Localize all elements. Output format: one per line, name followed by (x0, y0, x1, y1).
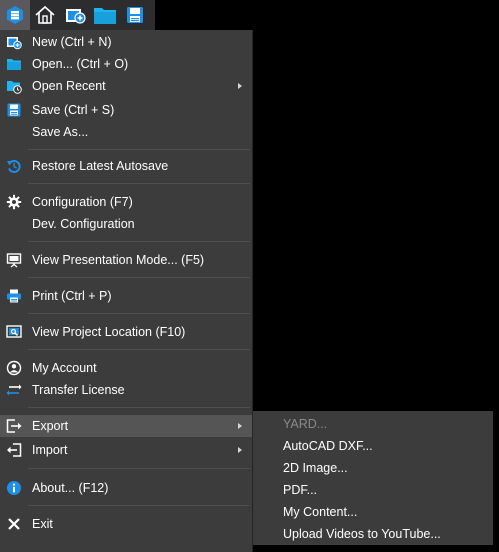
submenu-arrow-icon (238, 423, 242, 429)
menu-item-restore-autosave-label: Restore Latest Autosave (32, 159, 169, 173)
presentation-icon (6, 252, 22, 268)
open-folder-icon (94, 8, 116, 24)
menu-item-presentation-mode-label: View Presentation Mode... (F5) (32, 253, 205, 267)
menu-separator (28, 241, 250, 242)
export-submenu: YARD... AutoCAD DXF... 2D Image... PDF..… (253, 411, 493, 545)
menu-item-open-recent[interactable]: Open Recent (0, 75, 252, 97)
menu-item-project-location[interactable]: View Project Location (F10) (0, 321, 252, 343)
home-icon (35, 5, 55, 24)
menu-item-transfer-license-label: Transfer License (32, 383, 125, 397)
menu-item-about[interactable]: About... (F12) (0, 477, 252, 499)
submenu-item-my-content-label: My Content... (283, 505, 358, 519)
menu-item-my-account-label: My Account (32, 361, 97, 375)
menu-item-save-as-label: Save As... (32, 125, 89, 139)
new-project-icon (66, 9, 86, 24)
menu-separator (28, 149, 250, 150)
menu-item-exit-label: Exit (32, 517, 53, 531)
toolbar (0, 0, 155, 30)
open-folder-icon (6, 56, 22, 72)
close-icon (6, 516, 22, 532)
printer-icon (6, 288, 22, 304)
menu-item-save-label: Save (Ctrl + S) (32, 103, 115, 117)
submenu-item-upload-youtube[interactable]: Upload Videos to YouTube... (253, 523, 493, 545)
file-menu: New (Ctrl + N) Open... (Ctrl + O) Open R… (0, 30, 253, 552)
menu-item-new-label: New (Ctrl + N) (32, 35, 112, 49)
transfer-icon (6, 382, 22, 398)
menu-item-print[interactable]: Print (Ctrl + P) (0, 285, 252, 307)
app-menu-button[interactable] (0, 0, 30, 30)
submenu-item-my-content[interactable]: My Content... (253, 501, 493, 523)
submenu-arrow-icon (238, 83, 242, 89)
submenu-item-autocad-dxf-label: AutoCAD DXF... (283, 439, 373, 453)
menu-item-save-as[interactable]: Save As... (0, 121, 252, 143)
user-icon (6, 360, 22, 376)
menu-item-configuration-label: Configuration (F7) (32, 195, 133, 209)
menu-item-configuration[interactable]: Configuration (F7) (0, 191, 252, 213)
submenu-item-2d-image-label: 2D Image... (283, 461, 348, 475)
restore-icon (6, 158, 22, 174)
home-button[interactable] (30, 0, 60, 30)
new-project-button[interactable] (60, 0, 90, 30)
new-project-icon (6, 34, 22, 50)
open-folder-button[interactable] (90, 0, 120, 30)
menu-item-dev-configuration-label: Dev. Configuration (32, 217, 135, 231)
gear-icon (6, 194, 22, 210)
menu-item-print-label: Print (Ctrl + P) (32, 289, 112, 303)
submenu-item-pdf-label: PDF... (283, 483, 318, 497)
submenu-item-yard-label: YARD... (283, 417, 328, 431)
import-icon (6, 442, 22, 458)
menu-separator (28, 313, 250, 314)
menu-item-about-label: About... (F12) (32, 481, 109, 495)
menu-item-save[interactable]: Save (Ctrl + S) (0, 99, 252, 121)
submenu-item-2d-image[interactable]: 2D Image... (253, 457, 493, 479)
recent-folder-icon (6, 78, 22, 94)
menu-item-exit[interactable]: Exit (0, 513, 252, 535)
menu-item-my-account[interactable]: My Account (0, 357, 252, 379)
submenu-arrow-icon (238, 447, 242, 453)
save-icon (6, 102, 22, 118)
menu-item-open-label: Open... (Ctrl + O) (32, 57, 129, 71)
menu-item-transfer-license[interactable]: Transfer License (0, 379, 252, 401)
menu-item-import-label: Import (32, 443, 68, 457)
app-menu-icon (7, 6, 23, 24)
menu-separator (28, 407, 250, 408)
menu-separator (28, 349, 250, 350)
menu-item-restore-autosave[interactable]: Restore Latest Autosave (0, 155, 252, 177)
menu-item-new[interactable]: New (Ctrl + N) (0, 31, 252, 53)
menu-item-export[interactable]: Export (0, 415, 252, 437)
menu-item-dev-configuration[interactable]: Dev. Configuration (0, 213, 252, 235)
menu-separator (28, 277, 250, 278)
submenu-item-upload-youtube-label: Upload Videos to YouTube... (283, 527, 441, 541)
menu-item-open[interactable]: Open... (Ctrl + O) (0, 53, 252, 75)
menu-item-open-recent-label: Open Recent (32, 79, 106, 93)
menu-item-import[interactable]: Import (0, 439, 252, 461)
menu-separator (28, 468, 250, 469)
export-icon (6, 418, 22, 434)
menu-separator (28, 183, 250, 184)
project-location-icon (6, 324, 22, 340)
menu-separator (28, 505, 250, 506)
submenu-item-pdf[interactable]: PDF... (253, 479, 493, 501)
save-icon (127, 7, 143, 23)
menu-item-project-location-label: View Project Location (F10) (32, 325, 186, 339)
submenu-item-autocad-dxf[interactable]: AutoCAD DXF... (253, 435, 493, 457)
submenu-item-yard: YARD... (253, 413, 493, 435)
info-icon (6, 480, 22, 496)
menu-item-presentation-mode[interactable]: View Presentation Mode... (F5) (0, 249, 252, 271)
save-button[interactable] (120, 0, 150, 30)
menu-item-export-label: Export (32, 419, 69, 433)
